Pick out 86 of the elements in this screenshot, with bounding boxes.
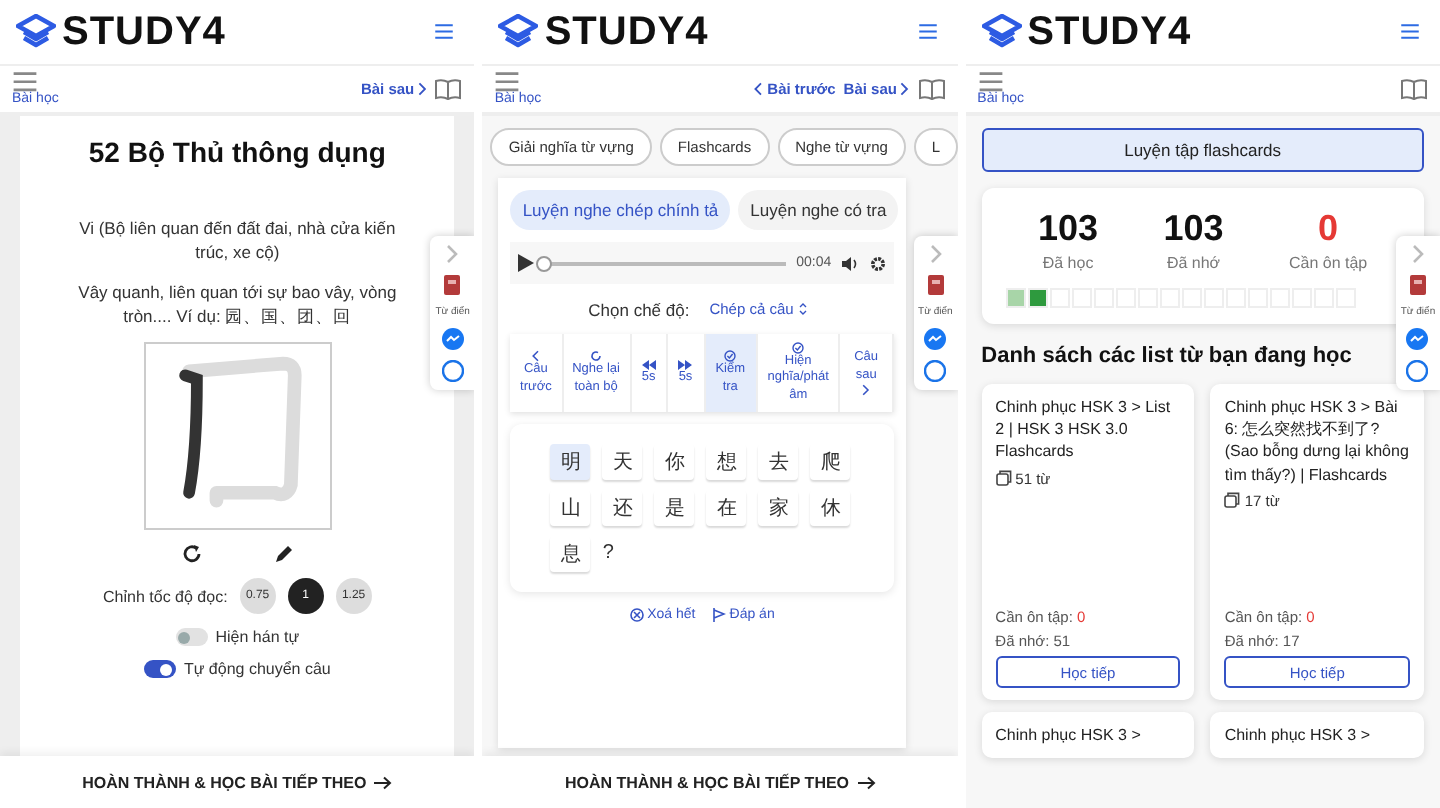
progress-square: [1049, 288, 1070, 308]
word-tile[interactable]: 在: [706, 490, 747, 527]
word-tile[interactable]: 山: [550, 490, 591, 527]
chat-icon[interactable]: [1406, 328, 1429, 350]
fast-forward-icon: [678, 359, 693, 370]
lesson-menu-icon[interactable]: [977, 72, 1004, 92]
word-tile[interactable]: 息: [550, 536, 591, 573]
sort-icon: [797, 302, 808, 316]
replay-icon: [590, 350, 603, 363]
list-heading: Danh sách các list từ bạn đang học: [981, 344, 1354, 368]
word-tile[interactable]: 爬: [810, 444, 851, 481]
progress-square: [1027, 288, 1048, 308]
side-chevron-icon: [929, 244, 942, 264]
stat-label: Đã học: [1042, 254, 1094, 272]
side-chevron-icon: [1411, 244, 1424, 264]
logo-icon: [498, 14, 539, 50]
next-lesson-bar[interactable]: HOÀN THÀNH & HỌC BÀI TIẾP THEO: [0, 756, 475, 808]
lesson-menu-icon[interactable]: [494, 72, 521, 92]
book-icon[interactable]: [1399, 78, 1428, 100]
stat-label: Đã nhớ: [1166, 254, 1221, 272]
practice-tab[interactable]: Luyện nghe có tra: [738, 190, 899, 230]
pencil-icon[interactable]: [273, 544, 294, 565]
list-title[interactable]: Chinh phục HSK 3 >: [995, 724, 1181, 747]
stat-value: 103: [1163, 208, 1224, 250]
cards-icon: [995, 470, 1012, 487]
question-mark: ?: [602, 540, 614, 569]
volume-icon[interactable]: [841, 255, 860, 271]
clear-icon: [629, 608, 644, 623]
logo-icon: [16, 14, 56, 50]
lesson-title: 52 Bộ Thủ thông dụng: [88, 136, 386, 168]
stat-label: Cần ôn tập: [1288, 254, 1368, 272]
toggle-switch[interactable]: [143, 660, 176, 679]
radical-description: Vi (Bộ liên quan đến đất đai, nhà cửa kiến trúc, xe cộ): [77, 216, 398, 266]
chat-icon[interactable]: [441, 328, 464, 350]
chevron-right-icon: [900, 82, 910, 96]
word-tile[interactable]: 明: [550, 444, 591, 481]
list-title[interactable]: Chinh phục HSK 3 > Bài 6: 怎么突然找不到了? (Sao bỗng dưng lại không tìm thấy?) | Flashcards: [1224, 396, 1410, 486]
menu-icon[interactable]: [1399, 24, 1420, 40]
dictionary-icon[interactable]: [925, 274, 946, 296]
toggle-label: Tự động chuyển câu: [183, 660, 331, 679]
word-tile[interactable]: 天: [602, 444, 643, 481]
menu-icon[interactable]: [917, 24, 938, 40]
toggle-label: Hiện hán tự: [215, 628, 300, 647]
practice-flashcards-button[interactable]: Luyện tập flashcards: [981, 128, 1424, 172]
rewind-icon: [641, 359, 656, 370]
word-tile[interactable]: 想: [706, 444, 747, 481]
cards-icon: [1224, 492, 1241, 509]
book-icon[interactable]: [434, 78, 463, 100]
chevron-right-icon: [862, 384, 870, 397]
refresh-icon[interactable]: [181, 544, 202, 565]
progress-square: [1005, 288, 1026, 308]
mode-label: Chọn chế độ:: [588, 299, 690, 319]
word-tile[interactable]: 去: [758, 444, 799, 481]
chevron-left-icon: [754, 82, 764, 96]
word-tile[interactable]: 还: [602, 490, 643, 527]
lesson-menu-icon[interactable]: [12, 72, 38, 92]
settings-icon[interactable]: [869, 255, 886, 271]
list-title[interactable]: Chinh phục HSK 3 > List 2 | HSK 3 HSK 3.0 Flashcards: [995, 396, 1181, 464]
arrow-right-icon: [374, 775, 393, 789]
stat-value: 0: [1318, 208, 1339, 250]
practice-tab[interactable]: Luyện nghe chép chính tả: [510, 190, 731, 230]
seek-thumb[interactable]: [536, 255, 553, 271]
list-title[interactable]: Chinh phục HSK 3 >: [1224, 724, 1410, 747]
radical-description: Vây quanh, liên quan tới sự bao vây, vòng tròn.... Ví dụ: 园、国、团、回: [76, 279, 399, 329]
play-icon[interactable]: [518, 254, 535, 272]
dictionary-icon[interactable]: [442, 274, 463, 296]
stat-value: 103: [1038, 208, 1099, 250]
word-tile[interactable]: 家: [758, 490, 799, 527]
side-chevron-icon: [446, 244, 459, 264]
book-icon[interactable]: [917, 78, 946, 100]
toggle-switch[interactable]: [175, 628, 208, 647]
menu-icon[interactable]: [434, 24, 455, 40]
word-tile[interactable]: 是: [654, 490, 695, 527]
logo-icon: [981, 14, 1022, 50]
word-tile[interactable]: 休: [810, 490, 851, 527]
chevron-right-icon: [418, 82, 427, 96]
chat-icon[interactable]: [924, 328, 947, 350]
flag-icon: [711, 608, 726, 623]
arrow-right-icon: [857, 775, 876, 789]
check-circle-icon: [792, 342, 805, 354]
chevron-left-icon: [532, 350, 540, 363]
speed-label: Chỉnh tốc độ đọc:: [103, 587, 228, 606]
next-lesson-bar[interactable]: HOÀN THÀNH & HỌC BÀI TIẾP THEO: [482, 756, 958, 808]
word-tile[interactable]: 你: [654, 444, 695, 481]
dictionary-icon[interactable]: [1407, 274, 1428, 296]
check-circle-icon: [724, 350, 737, 363]
